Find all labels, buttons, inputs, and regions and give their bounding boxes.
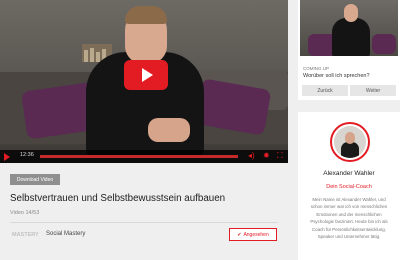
avatar-photo [334, 126, 366, 158]
play-icon [142, 68, 153, 82]
thumb-presenter-head [344, 4, 358, 22]
next-video-thumbnail[interactable] [300, 0, 398, 56]
next-video-title[interactable]: Worüber soll ich sprechen? [303, 73, 370, 79]
play-icon[interactable] [4, 153, 10, 161]
coach-role: Dein Social-Coach [326, 184, 372, 190]
coach-card: Alexander Wahler Dein Social-Coach Mein … [298, 112, 400, 260]
check-icon: ✔ [237, 231, 242, 238]
big-play-button[interactable] [124, 60, 168, 90]
brand-name: Social Mastery [46, 231, 86, 237]
current-time: 12:36 [20, 152, 34, 158]
volume-icon[interactable]: ◂) [248, 151, 255, 161]
video-player[interactable]: 12:36 ◂) ✹ ⛶ [0, 0, 288, 163]
presenter-hands [148, 118, 190, 142]
settings-icon[interactable]: ✹ [263, 151, 270, 161]
avatar-body [341, 142, 359, 158]
thumb-presenter-body [332, 18, 370, 56]
brand-logo: MASTERY [12, 232, 39, 238]
next-button[interactable]: Weiter [350, 85, 396, 96]
video-count: Video 14/53 [10, 210, 40, 216]
avatar [330, 122, 370, 162]
presenter-hair [125, 6, 167, 24]
coming-up-label: COMING UP [303, 66, 330, 71]
divider [10, 222, 278, 223]
watched-button[interactable]: ✔ Angesehen [229, 228, 277, 241]
download-video-button[interactable]: Download Video [10, 174, 60, 185]
coach-name: Alexander Wahler [323, 170, 375, 177]
video-title: Selbstvertrauen und Selbstbewusstsein au… [10, 193, 226, 204]
player-controls: 12:36 ◂) ✹ ⛶ [0, 150, 288, 163]
back-button[interactable]: Zurück [302, 85, 348, 96]
progress-bar[interactable] [40, 155, 238, 158]
coach-bio: Mein Name ist Alexander Wahler, und scho… [310, 197, 388, 240]
thumb-pillow-2 [372, 34, 396, 54]
avatar-head [345, 132, 355, 144]
watched-label: Angesehen [243, 231, 269, 238]
fullscreen-icon[interactable]: ⛶ [277, 151, 283, 161]
up-next-card: COMING UP Worüber soll ich sprechen? Zur… [298, 0, 400, 100]
